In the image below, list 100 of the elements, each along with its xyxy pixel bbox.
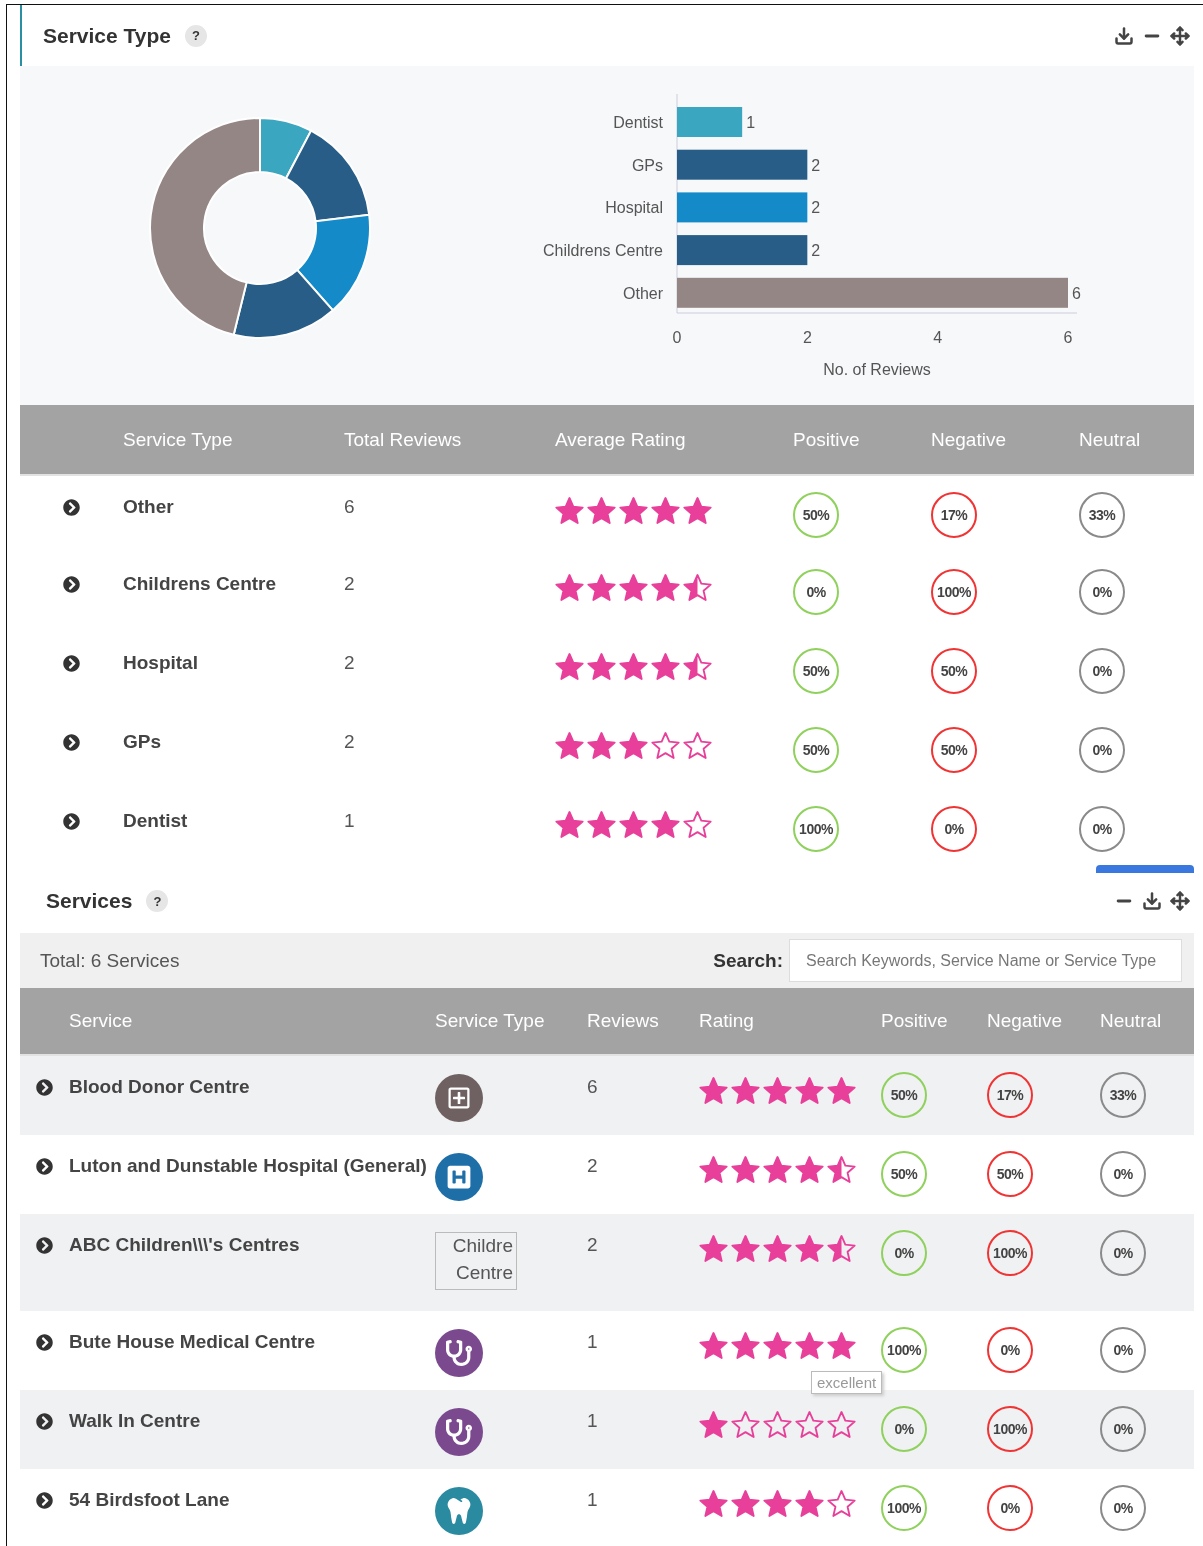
expand-icon[interactable] [36,1158,53,1175]
tick-label: 0 [672,329,682,346]
star-icon [827,1489,856,1518]
download-icon[interactable] [1142,891,1162,911]
panel-title: Services [46,889,133,913]
negative-percent: 50% [931,727,977,773]
column-header: Service Type [435,1010,545,1031]
category-label: GPs [631,156,663,174]
service-name: Bute House Medical Centre [69,1331,315,1352]
negative-percent: 0% [987,1327,1033,1373]
service-name: Luton and Dunstable Hospital (General) [69,1155,427,1176]
star-icon [699,1489,728,1518]
star-icon [763,1489,792,1518]
value-label: 2 [811,156,821,174]
expand-icon[interactable] [63,499,80,516]
category-label: Other [623,284,663,302]
star-icon [731,1410,760,1439]
expand-icon[interactable] [36,1237,53,1254]
column-header: Positive [793,428,860,450]
neutral-percent: 0% [1079,806,1125,852]
star-icon [651,810,680,839]
star-icon [587,496,616,525]
help-badge[interactable]: ? [185,24,208,47]
star-icon [699,1234,728,1263]
positive-percent: 0% [793,569,839,615]
star-icon [683,652,712,681]
negative-percent: 0% [931,806,977,852]
star-icon [795,1331,824,1360]
review-count: 6 [344,496,355,517]
expand-icon[interactable] [36,1334,53,1351]
negative-percent: 100% [931,569,977,615]
negative-percent: 100% [987,1230,1033,1276]
star-icon [555,731,584,760]
negative-percent: 100% [987,1406,1033,1452]
category-label: Dentist [613,114,663,131]
tooltip: excellent [811,1371,883,1394]
star-icon [555,810,584,839]
neutral-percent: 0% [1100,1485,1146,1531]
review-count: 1 [587,1489,598,1510]
star-icon [555,573,584,602]
star-icon [555,652,584,681]
expand-icon[interactable] [36,1079,53,1096]
move-icon[interactable] [1170,891,1190,911]
positive-percent: 0% [881,1406,927,1452]
neutral-percent: 0% [1079,648,1125,694]
value-label: 1 [746,114,756,131]
negative-percent: 50% [987,1151,1033,1197]
star-icon [699,1331,728,1360]
negative-percent: 50% [931,648,977,694]
star-icon [763,1410,792,1439]
move-icon[interactable] [1170,25,1190,46]
star-icon [827,1331,856,1360]
star-icon [763,1234,792,1263]
expand-icon[interactable] [63,655,80,672]
expand-icon[interactable] [63,576,80,593]
tick-label: 4 [933,329,943,346]
column-header: Rating [699,1010,754,1031]
star-icon [827,1076,856,1105]
positive-percent: 50% [793,648,839,694]
neutral-percent: 0% [1100,1230,1146,1276]
category-label: Hospital [605,199,663,217]
review-count: 2 [344,652,355,673]
search-field[interactable]: Search Keywords, Service Name or Service Type [789,939,1182,982]
star-icon [731,1331,760,1360]
star-icon [795,1489,824,1518]
star-icon [731,1076,760,1105]
expand-icon[interactable] [63,734,80,751]
review-count: 2 [344,731,355,752]
column-header: Total Reviews [344,428,462,450]
star-icon [683,731,712,760]
expand-icon[interactable] [36,1413,53,1430]
negative-percent: 17% [931,492,977,538]
review-count: 1 [587,1410,598,1431]
neutral-percent: 0% [1079,727,1125,773]
star-icon [699,1076,728,1105]
positive-percent: 100% [881,1485,927,1531]
tooth-icon [435,1487,483,1535]
axis-title: No. of Reviews [823,361,931,378]
star-icon [587,652,616,681]
neutral-percent: 0% [1100,1327,1146,1373]
negative-percent: 17% [987,1072,1033,1118]
star-icon [763,1155,792,1184]
value-label: 2 [811,242,821,260]
star-icon [795,1155,824,1184]
star-icon [699,1155,728,1184]
neutral-percent: 0% [1100,1151,1146,1197]
expand-icon[interactable] [36,1492,53,1509]
positive-percent: 0% [881,1230,927,1276]
tick-label: 6 [1063,329,1073,346]
star-icon [731,1155,760,1184]
star-icon [827,1410,856,1439]
review-count: 1 [344,810,355,831]
stethoscope-icon [435,1408,483,1456]
help-badge[interactable]: ? [146,890,169,912]
star-icon [587,573,616,602]
download-icon[interactable] [1114,25,1134,46]
column-header: Neutral [1079,428,1141,450]
review-count: 2 [344,573,355,594]
expand-icon[interactable] [63,813,80,830]
total-count: Total: 6 Services [40,949,180,972]
